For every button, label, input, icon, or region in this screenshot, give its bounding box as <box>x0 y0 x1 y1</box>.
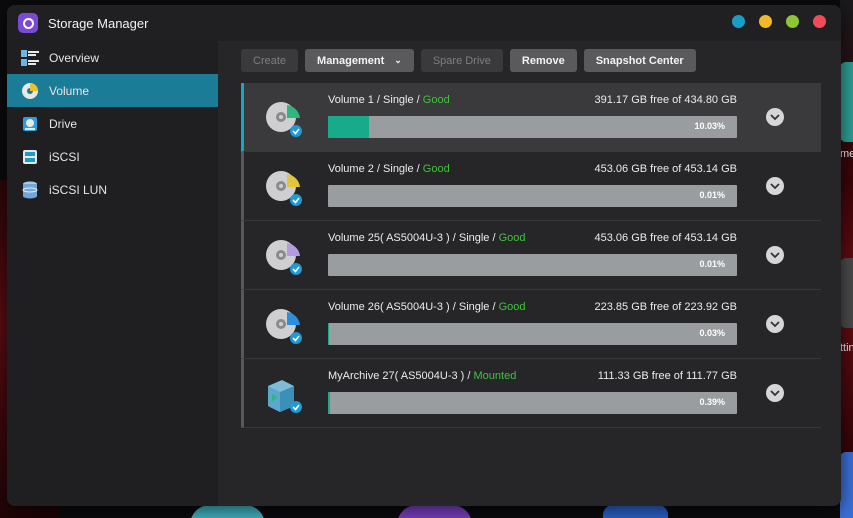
info-button[interactable] <box>732 15 745 28</box>
volume-status: Good <box>498 232 526 244</box>
volume-row[interactable]: Volume 2 / Single / Good 453.06 GB free … <box>241 152 821 221</box>
expand-chevron-icon[interactable] <box>766 246 784 264</box>
volume-disk-icon <box>264 238 304 276</box>
expand-chevron-icon[interactable] <box>766 177 784 195</box>
sidebar-item-volume[interactable]: Volume <box>7 74 218 107</box>
sidebar-item-iscsi-lun[interactable]: iSCSI LUN <box>7 173 218 206</box>
volume-free-space: 391.17 GB free of 434.80 GB <box>594 94 737 106</box>
usage-percent: 10.03% <box>694 121 725 131</box>
usage-bar: 0.39% <box>328 392 737 414</box>
storage-manager-window: Storage Manager Overview Volume Drive iS… <box>7 5 841 506</box>
volume-icon <box>21 82 39 100</box>
title-bar[interactable]: Storage Manager <box>7 5 841 41</box>
sidebar-item-iscsi[interactable]: iSCSI <box>7 140 218 173</box>
volume-row[interactable]: Volume 1 / Single / Good 391.17 GB free … <box>241 83 821 152</box>
volume-status: Good <box>422 94 450 106</box>
volume-name: Volume 1 / Single / Good <box>328 94 450 106</box>
management-dropdown[interactable]: Management ⌄ <box>305 49 414 72</box>
volume-row[interactable]: MyArchive 27( AS5004U-3 ) / Mounted 111.… <box>241 359 821 428</box>
storage-manager-app-icon <box>18 13 38 33</box>
sidebar-item-overview[interactable]: Overview <box>7 41 218 74</box>
sidebar-item-label: iSCSI LUN <box>49 182 108 197</box>
sidebar-item-label: Drive <box>49 116 78 131</box>
volume-name: Volume 26( AS5004U-3 ) / Single / Good <box>328 301 526 313</box>
close-button[interactable] <box>813 15 826 28</box>
management-label: Management <box>317 54 385 67</box>
toolbar: Create Management ⌄ Spare Drive Remove S… <box>241 49 696 72</box>
volume-status: Mounted <box>473 370 517 382</box>
create-button[interactable]: Create <box>241 49 299 72</box>
volume-status: Good <box>498 301 526 313</box>
volume-list: Volume 1 / Single / Good 391.17 GB free … <box>241 83 821 428</box>
chevron-down-icon: ⌄ <box>394 55 402 65</box>
volume-disk-icon <box>264 307 304 345</box>
volume-disk-icon <box>264 100 304 138</box>
usage-percent: 0.01% <box>699 190 725 200</box>
volume-name: Volume 25( AS5004U-3 ) / Single / Good <box>328 232 526 244</box>
minimize-button[interactable] <box>759 15 772 28</box>
volume-name: Volume 2 / Single / Good <box>328 163 450 175</box>
sidebar-item-label: Volume <box>49 83 90 98</box>
usage-bar: 10.03% <box>328 116 737 138</box>
volume-disk-icon <box>264 169 304 207</box>
maximize-button[interactable] <box>786 15 799 28</box>
spare-drive-button[interactable]: Spare Drive <box>420 49 503 72</box>
overview-icon <box>21 49 39 67</box>
sidebar: Overview Volume Drive iSCSI iSCSI LUN <box>7 41 218 506</box>
volume-free-space: 111.33 GB free of 111.77 GB <box>597 370 737 382</box>
window-title: Storage Manager <box>48 15 149 31</box>
sidebar-item-label: iSCSI <box>49 149 80 164</box>
expand-chevron-icon[interactable] <box>766 315 784 333</box>
volume-row[interactable]: Volume 25( AS5004U-3 ) / Single / Good 4… <box>241 221 821 290</box>
usage-percent: 0.39% <box>699 397 725 407</box>
remove-button[interactable]: Remove <box>509 49 577 72</box>
volume-free-space: 453.06 GB free of 453.14 GB <box>594 232 737 244</box>
usage-bar: 0.01% <box>328 254 737 276</box>
volume-row[interactable]: Volume 26( AS5004U-3 ) / Single / Good 2… <box>241 290 821 359</box>
usage-percent: 0.03% <box>699 328 725 338</box>
usage-bar-fill <box>328 116 370 138</box>
drive-icon <box>21 115 39 133</box>
expand-chevron-icon[interactable] <box>766 384 784 402</box>
iscsi-icon <box>21 148 39 166</box>
iscsi-lun-icon <box>21 181 39 199</box>
volume-status: Good <box>422 163 450 175</box>
main-content: Create Management ⌄ Spare Drive Remove S… <box>218 41 841 506</box>
volume-name: MyArchive 27( AS5004U-3 ) / Mounted <box>328 370 517 382</box>
archive-stack-icon <box>264 376 304 414</box>
volume-free-space: 453.06 GB free of 453.14 GB <box>594 163 737 175</box>
usage-bar-fill <box>328 392 330 414</box>
usage-bar: 0.01% <box>328 185 737 207</box>
expand-chevron-icon[interactable] <box>766 108 784 126</box>
usage-percent: 0.01% <box>699 259 725 269</box>
sidebar-item-label: Overview <box>49 50 100 65</box>
usage-bar: 0.03% <box>328 323 737 345</box>
volume-free-space: 223.85 GB free of 223.92 GB <box>594 301 737 313</box>
sidebar-item-drive[interactable]: Drive <box>7 107 218 140</box>
snapshot-center-button[interactable]: Snapshot Center <box>583 49 696 72</box>
